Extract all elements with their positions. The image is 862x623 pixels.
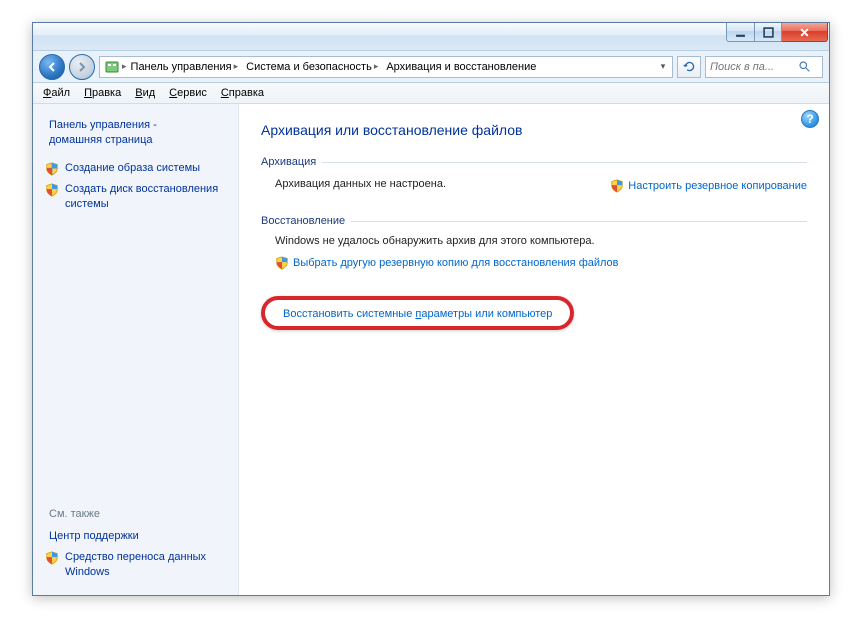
shield-icon [45,551,59,565]
select-other-backup-link[interactable]: Выбрать другую резервную копию для восст… [275,255,807,270]
sidebar: Панель управления -домашняя страница Соз… [33,104,239,595]
shield-icon [610,179,624,193]
breadcrumb-item[interactable]: Панель управления ▸ [127,59,243,75]
control-panel-home-link[interactable]: Панель управления -домашняя страница [45,118,226,158]
highlight-annotation: Восстановить системные параметры или ком… [261,296,574,330]
back-button[interactable] [39,54,65,80]
menu-edit[interactable]: Правка [78,85,127,101]
backup-section-title: Архивация [261,156,316,168]
breadcrumb-dropdown-button[interactable]: ▾ [656,61,670,72]
search-icon [798,60,811,73]
easy-transfer-link[interactable]: Средство переноса данныхWindows [45,547,226,583]
shield-icon [45,183,59,197]
search-box[interactable] [705,56,823,78]
search-input[interactable] [710,61,798,73]
address-bar: ▸ Панель управления ▸ Система и безопасн… [33,51,829,83]
minimize-button[interactable] [726,23,754,42]
restore-status-text: Windows не удалось обнаружить архив для … [261,235,807,247]
page-heading: Архивация или восстановление файлов [261,122,807,138]
shield-icon [45,162,59,176]
help-icon[interactable]: ? [801,110,819,128]
menu-bar: Файл Правка Вид Сервис Справка [33,83,829,104]
restore-section-title: Восстановление [261,215,345,227]
breadcrumb-bar[interactable]: ▸ Панель управления ▸ Система и безопасн… [99,56,673,78]
main-content: ? Архивация или восстановление файлов Ар… [239,104,829,595]
action-center-link[interactable]: Центр поддержки [45,526,226,547]
control-panel-icon [104,59,120,75]
shield-icon [275,256,289,270]
see-also-label: См. также [45,508,226,526]
breadcrumb-item[interactable]: Архивация и восстановление [382,59,540,75]
close-button[interactable] [782,23,828,42]
restore-section: Восстановление Windows не удалось обнару… [261,215,807,330]
create-system-image-link[interactable]: Создание образа системы [45,158,226,179]
refresh-icon [683,60,696,73]
refresh-button[interactable] [677,56,701,78]
menu-service[interactable]: Сервис [163,85,213,101]
menu-file[interactable]: Файл [37,85,76,101]
restore-system-settings-link[interactable]: Восстановить системные параметры или ком… [283,308,552,320]
backup-section: Архивация Архивация данных не настроена.… [261,156,807,197]
menu-view[interactable]: Вид [129,85,161,101]
control-panel-window: ▸ Панель управления ▸ Система и безопасн… [32,22,830,596]
title-bar [33,23,829,51]
setup-backup-link[interactable]: Настроить резервное копирование [610,178,807,193]
menu-help[interactable]: Справка [215,85,270,101]
breadcrumb-item[interactable]: Система и безопасность ▸ [242,59,382,75]
forward-button[interactable] [69,54,95,80]
maximize-button[interactable] [754,23,782,42]
create-recovery-disc-link[interactable]: Создать диск восстановлениясистемы [45,179,226,215]
backup-status-text: Архивация данных не настроена. [275,178,446,190]
